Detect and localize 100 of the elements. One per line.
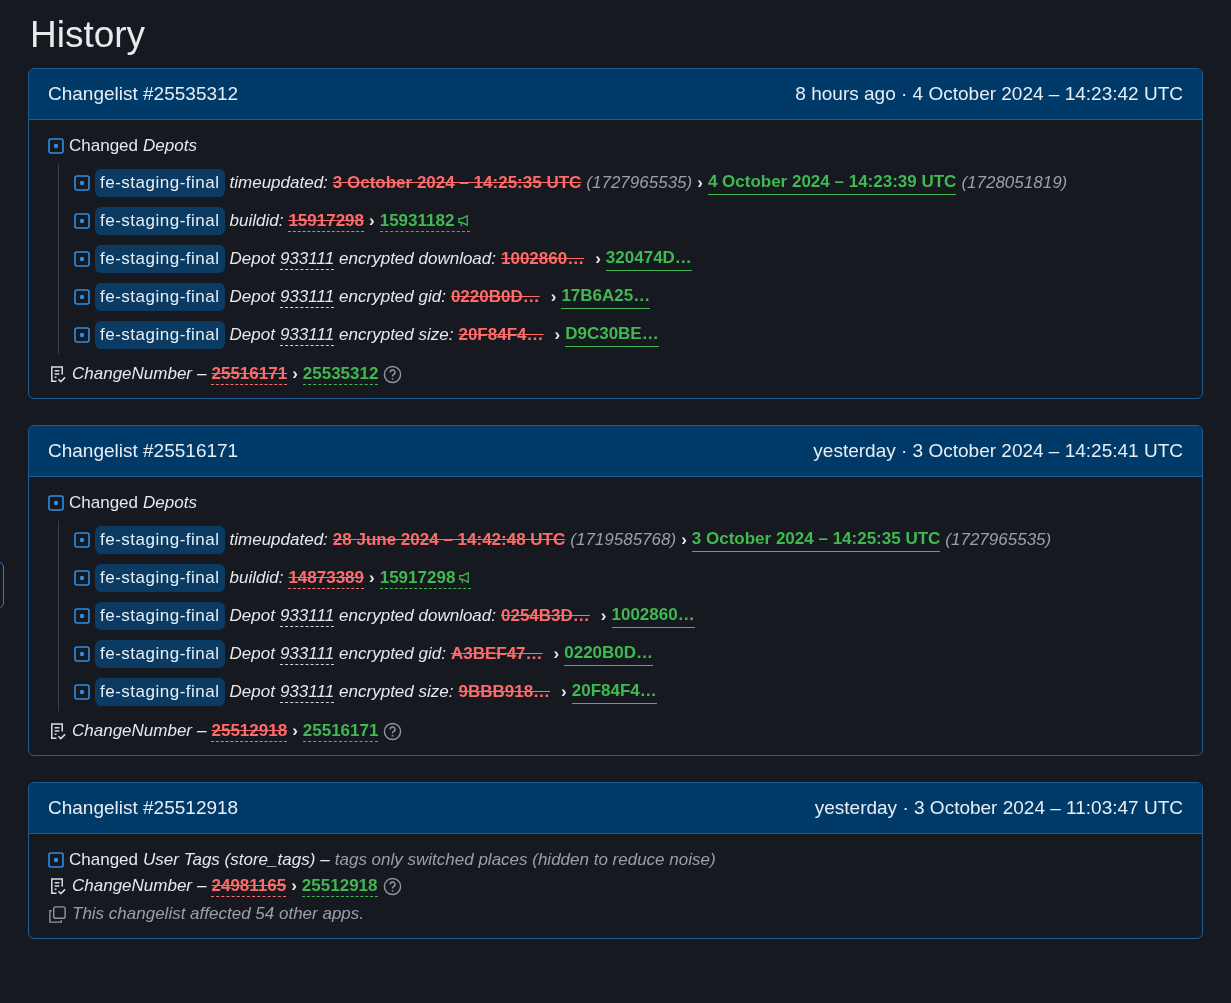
branch-tag: fe-staging-final [95,207,225,235]
old-value: 24981165 [211,875,287,897]
depot-label: Depot [229,249,275,269]
new-value: 15917298 [379,567,472,589]
new-value: 20F84F4… [571,680,657,704]
old-value: 3 October 2024 – 14:25:35 UTC [332,173,582,193]
old-value: 15917298 [288,210,365,232]
change-icon [74,608,90,624]
document-check-icon [48,876,67,896]
branch-tag: fe-staging-final [95,526,225,554]
old-value: 25516171 [211,363,288,385]
change-icon [48,138,64,154]
change-icon [74,684,90,700]
old-value: 20F84F4… [458,325,544,345]
new-value: 3 October 2024 – 14:25:35 UTC [691,528,941,552]
new-value: 25512918 [301,875,378,897]
help-icon [382,876,402,896]
change-icon [48,852,64,868]
new-timestamp: (1728051819) [961,173,1068,193]
depot-link[interactable]: 933111 [279,605,335,627]
key-label: buildid: [229,568,284,588]
depot-link[interactable]: 933111 [279,286,335,308]
changelist-time: yesterday · 3 October 2024 – 11:03:47 UTC [814,797,1183,819]
old-value: 25512918 [211,720,288,742]
old-value: 0220B0D… [450,287,540,307]
branch-tag: fe-staging-final [95,169,225,197]
change-verb: Changed [69,136,138,156]
old-value: 1002860… [501,249,585,269]
changelist-title: Changelist #25512918 [48,797,239,819]
key-label: timeupdated: [229,530,328,550]
depot-label: Depot [229,606,275,626]
new-value: 320474D… [605,247,692,271]
key-label: encrypted download: [339,249,496,269]
dash-text: – [197,876,207,896]
help-icon [383,721,403,741]
change-number-label: ChangeNumber [72,721,192,741]
old-value: 0254B3D… [501,606,590,626]
new-timestamp: (1727965535) [945,530,1052,550]
key-label: encrypted download: [339,606,496,626]
branch-tag: fe-staging-final [95,283,225,311]
change-section: Depots [143,493,197,513]
page-title: History [30,14,147,56]
copy-icon [48,904,67,924]
depot-label: Depot [229,644,275,664]
new-value: 25535312 [302,363,379,385]
key-label: buildid: [229,211,284,231]
changelist-time: 8 hours ago · 4 October 2024 – 14:23:42 UTC [795,83,1183,105]
change-icon [74,289,90,305]
change-icon [74,646,90,662]
depot-link[interactable]: 933111 [279,681,335,703]
key-label: encrypted size: [339,682,454,702]
arrow-text: › [681,530,687,550]
arrow-text: › [697,173,703,193]
old-timestamp: (1719585768) [570,530,677,550]
branch-tag: fe-staging-final [95,321,225,349]
help-icon [383,364,403,384]
new-value: D9C30BE… [565,323,659,347]
new-value: 25516171 [302,720,379,742]
branch-tag: fe-staging-final [95,564,225,592]
arrow-text: › [553,644,560,664]
arrow-text: › [291,876,297,896]
new-value: 1002860… [611,604,695,628]
depot-link[interactable]: 933111 [279,324,335,346]
changelist-title: Changelist #25535312 [48,83,239,105]
depot-link[interactable]: 933111 [279,643,335,665]
change-icon [74,570,90,586]
change-section: Depots [143,136,197,156]
changelist-time: yesterday · 3 October 2024 – 14:25:41 UTC [813,440,1183,462]
key-label: encrypted gid: [339,287,446,307]
dash-text: – [197,721,207,741]
affected-note: This changelist affected 54 other apps. [72,904,364,924]
change-icon [74,532,90,548]
change-number-label: ChangeNumber [72,364,192,384]
megaphone-icon [458,571,472,584]
branch-tag: fe-staging-final [95,245,225,273]
change-verb: Changed [69,850,138,870]
change-note: tags only switched places (hidden to reduce noise) [334,850,716,870]
arrow-text: › [554,325,561,345]
old-value: 14873389 [288,567,365,589]
arrow-text: › [561,682,567,702]
change-icon [74,251,90,267]
new-value: 15931182 [379,210,471,232]
change-icon [74,175,90,191]
change-icon [74,327,90,343]
change-verb: Changed [69,493,138,513]
depot-label: Depot [229,682,275,702]
depot-link[interactable]: 933111 [279,248,335,270]
old-value: 9BBB918… [458,682,551,702]
document-check-icon [48,721,67,741]
changelist-title: Changelist #25516171 [48,440,239,462]
dash-text: – [320,850,330,870]
megaphone-icon [457,214,471,227]
new-value: 4 October 2024 – 14:23:39 UTC [707,171,957,195]
depot-label: Depot [229,325,275,345]
dash-text: – [197,364,207,384]
branch-tag: fe-staging-final [95,640,225,668]
arrow-text: › [600,606,607,626]
key-label: timeupdated: [229,173,328,193]
branch-tag: fe-staging-final [95,602,225,630]
change-number-label: ChangeNumber [72,876,192,896]
